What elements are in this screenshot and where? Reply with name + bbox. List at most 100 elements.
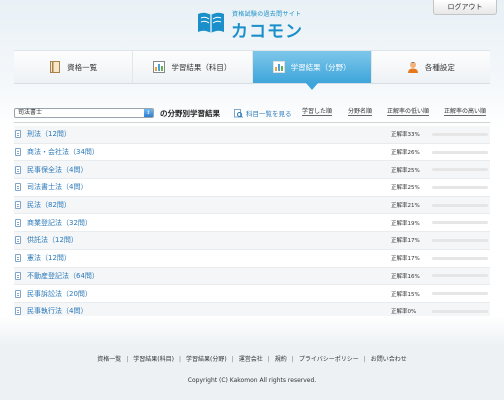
accuracy-label: 正解率25% [391,185,420,192]
footer-link[interactable]: お問い合わせ [371,356,407,363]
field-link[interactable]: 憲法（12問） [27,253,71,263]
tab-label: 学習結果（分野） [290,62,351,72]
field-link[interactable]: 商業登記法（32問） [27,218,92,228]
field-link[interactable]: 司法書士法（4問） [27,182,87,192]
document-icon [15,130,21,139]
field-link[interactable]: 民事執行法（4問） [27,306,87,316]
filter-bar: 司法書士 ⇕ の分野別学習結果 科目一覧を見る 学習した順 分野名順 正解率の低… [14,106,490,120]
accuracy-label: 正解率19% [391,220,420,227]
field-row: 刑法（12問） 正解率33% [14,126,490,144]
document-icon [15,201,21,210]
field-row: 民事訴訟法（20問） 正解率15% [14,285,490,303]
chevron-updown-icon: ⇕ [144,109,153,117]
field-results-list: 刑法（12問） 正解率33% 商法・会社法（34問） 正解率26% 民事保全法（4問） 正… [14,126,490,321]
divider [14,122,490,123]
accuracy-bar [432,168,488,172]
tab-results-field[interactable]: 学習結果（分野） [252,51,372,90]
accuracy-bar [432,256,488,260]
accuracy-bar [432,238,488,242]
footer-separator: | [126,356,129,363]
sort-by-studied[interactable]: 学習した順 [302,106,333,116]
accuracy-bar [432,221,488,225]
accuracy-bar [432,150,488,154]
footer-fade [0,316,504,346]
sort-by-low-rate[interactable]: 正解率の低い順 [387,106,430,116]
document-icon [15,271,21,280]
accuracy-label: 正解率17% [391,256,420,263]
main-nav-tabs: 資格一覧 学習結果（科目） 学習結果（分野） 各種設定 [14,50,490,90]
document-icon [15,307,21,316]
footer-nav: 資格一覧 | 学習結果(科目) | 学習結果(分野) | 運営会社 | 規約 | プライバシーポリシ… [0,354,504,363]
accuracy-label: 正解率16% [391,273,420,280]
tab-results-subject[interactable]: 学習結果（科目） [133,51,253,83]
magnifier-document-icon [234,109,243,118]
exam-select[interactable]: 司法書士 ⇕ [14,108,154,118]
document-icon [15,165,21,174]
tab-label: 学習結果（科目） [171,62,232,72]
subject-link-label: 科目一覧を見る [246,110,292,118]
footer-link[interactable]: 資格一覧 [97,356,121,363]
user-icon [407,61,419,73]
field-link[interactable]: 民事保全法（4問） [27,165,87,175]
field-link[interactable]: 民法（82問） [27,200,71,210]
site-logo[interactable]: 資格試験の過去問サイト カコモン [196,6,336,42]
tab-settings[interactable]: 各種設定 [372,51,490,83]
chart-icon [153,61,166,73]
field-link[interactable]: 民事訴訟法（20問） [27,289,92,299]
accuracy-bar [432,203,488,207]
accuracy-label: 正解率33% [391,132,420,139]
footer-link[interactable]: 学習結果(科目) [133,356,174,363]
accuracy-bar [432,309,488,313]
tab-exam-list[interactable]: 資格一覧 [14,51,134,83]
document-icon [15,218,21,227]
field-link[interactable]: 刑法（12問） [27,129,71,139]
logout-button[interactable]: ログアウト [433,0,497,15]
field-link[interactable]: 商法・会社法（34問） [27,147,99,157]
accuracy-bar [432,185,488,189]
field-row: 商法・会社法（34問） 正解率26% [14,144,490,162]
footer-link[interactable]: 規約 [275,356,287,363]
footer-link[interactable]: プライバシーポリシー [299,356,359,363]
field-row: 司法書士法（4問） 正解率25% [14,179,490,197]
tab-label: 各種設定 [424,62,455,72]
chart-icon [272,61,285,73]
accuracy-label: 正解率21% [391,203,420,210]
field-row: 憲法（12問） 正解率17% [14,250,490,268]
accuracy-label: 正解率17% [391,238,420,245]
accuracy-label: 正解率26% [391,150,420,157]
subject-list-link[interactable]: 科目一覧を見る [234,108,292,118]
field-row: 不動産登記法（64問） 正解率16% [14,267,490,286]
field-row: 民法（82問） 正解率21% [14,196,490,215]
field-row: 供託法（12問） 正解率17% [14,232,490,250]
field-row: 商業登記法（32問） 正解率19% [14,214,490,233]
logo-title: カコモン [231,22,303,42]
copyright: Copyright (C) Kakomon All rights reserve… [187,377,317,384]
document-icon [15,183,21,192]
document-icon [15,289,21,298]
footer-separator: | [178,356,181,363]
footer-separator: | [267,356,270,363]
field-link[interactable]: 不動産登記法（64問） [27,271,99,281]
document-icon [15,236,21,245]
book-logo-icon [198,12,224,33]
footer-link[interactable]: 運営会社 [239,356,263,363]
section-title: の分野別学習結果 [160,109,220,118]
field-link[interactable]: 供託法（12問） [27,235,78,245]
accuracy-bar [432,274,488,278]
accuracy-label: 正解率25% [391,167,420,174]
footer-link[interactable]: 学習結果(分野) [186,356,227,363]
accuracy-bar [432,132,488,136]
book-icon [49,61,61,73]
accuracy-bar [432,292,488,296]
tab-label: 資格一覧 [67,62,98,72]
exam-select-value: 司法書士 [18,109,43,116]
sort-by-high-rate[interactable]: 正解率の高い順 [444,106,487,116]
footer-separator: | [231,356,234,363]
sort-by-name[interactable]: 分野名順 [348,106,373,116]
document-icon [15,254,21,263]
accuracy-label: 正解率15% [391,291,420,298]
accuracy-label: 正解率0% [391,309,417,316]
document-icon [15,148,21,157]
footer-separator: | [363,356,366,363]
field-row: 民事保全法（4問） 正解率25% [14,161,490,180]
